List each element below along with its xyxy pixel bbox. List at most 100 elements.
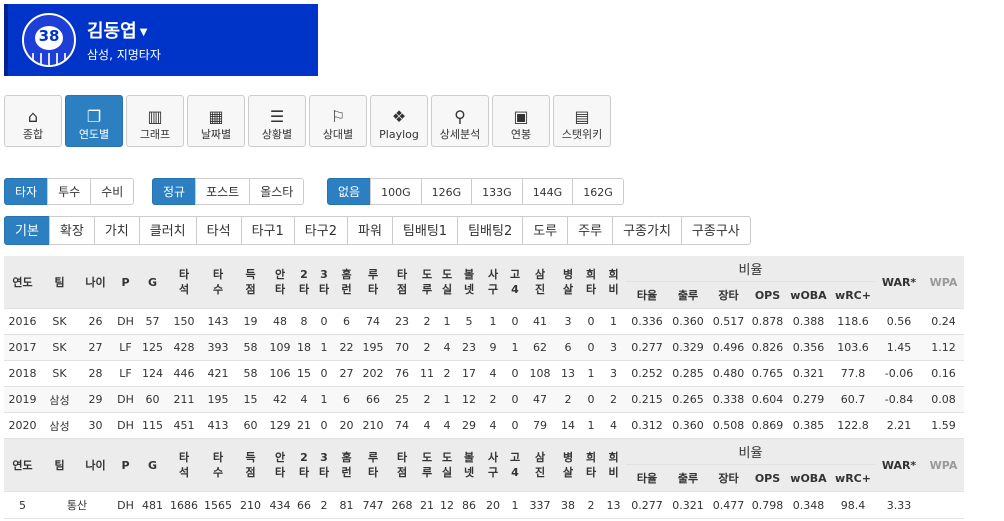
nav-tile-cubes[interactable]: ❖ Playlog — [370, 95, 428, 147]
col-header[interactable]: 장타 — [708, 281, 749, 309]
col-header[interactable]: 타율 — [626, 281, 668, 309]
col-header[interactable]: P — [113, 256, 138, 309]
col-header-wpa[interactable]: WPA — [923, 256, 964, 309]
col-header[interactable]: 사 구 — [481, 438, 505, 492]
col-header[interactable]: 희 타 — [581, 438, 601, 492]
stat-tab-9[interactable]: 팀배팅2 — [457, 216, 524, 245]
col-header[interactable]: 안 타 — [266, 438, 294, 492]
col-header-war[interactable]: WAR* — [875, 256, 923, 309]
col-header[interactable]: 타 석 — [167, 438, 201, 492]
col-header[interactable]: 희 비 — [601, 438, 626, 492]
col-header[interactable]: 타 수 — [201, 438, 235, 492]
col-header[interactable]: 3 타 — [314, 256, 334, 309]
game-filter-tab-3[interactable]: 133G — [471, 178, 523, 205]
stat-tab-10[interactable]: 도루 — [522, 216, 569, 245]
stat-tab-12[interactable]: 구종가치 — [612, 216, 682, 245]
col-header[interactable]: G — [138, 256, 167, 309]
col-header[interactable]: OPS — [749, 281, 786, 309]
col-header[interactable]: 도 실 — [437, 256, 457, 309]
col-header[interactable]: 나이 — [78, 256, 113, 309]
col-header[interactable]: 고 4 — [505, 256, 525, 309]
col-header[interactable]: 타율 — [626, 464, 668, 492]
col-header[interactable]: 사 구 — [481, 256, 505, 309]
col-header[interactable]: 타 점 — [387, 256, 417, 309]
stat-tab-13[interactable]: 구종구사 — [680, 216, 751, 245]
col-header-wpa[interactable]: WPA — [923, 438, 964, 492]
stat-tab-3[interactable]: 클러치 — [138, 216, 197, 245]
col-header[interactable]: 나이 — [78, 438, 113, 492]
col-header[interactable]: 루 타 — [359, 438, 387, 492]
stat-tab-6[interactable]: 타구2 — [293, 216, 348, 245]
table-cell: 0 — [581, 334, 601, 361]
col-header[interactable]: 희 비 — [601, 256, 626, 309]
nav-tile-newspaper[interactable]: ▤ 스탯위키 — [553, 95, 611, 147]
nav-tile-copy[interactable]: ❐ 연도별 — [65, 95, 123, 147]
col-header[interactable]: 연도 — [4, 438, 41, 492]
season-tab-2[interactable]: 올스타 — [249, 178, 305, 205]
role-tab-1[interactable]: 투수 — [47, 178, 92, 205]
stat-tab-0[interactable]: 기본 — [4, 216, 50, 245]
col-header[interactable]: 타 석 — [167, 256, 201, 309]
nav-tile-home[interactable]: ⌂ 종합 — [4, 95, 62, 147]
col-header[interactable]: 고 4 — [505, 438, 525, 492]
col-header[interactable]: 도 실 — [437, 438, 457, 492]
col-header[interactable]: G — [138, 438, 167, 492]
col-header[interactable]: 타 수 — [201, 256, 235, 309]
player-name-dropdown[interactable]: 김동엽 ▼ — [87, 17, 147, 43]
col-header[interactable]: wRC+ — [831, 464, 875, 492]
col-header[interactable]: 삼 진 — [525, 256, 555, 309]
stat-tab-7[interactable]: 파워 — [346, 216, 393, 245]
col-header-war[interactable]: WAR* — [875, 438, 923, 492]
role-tab-0[interactable]: 타자 — [4, 178, 49, 205]
col-header[interactable]: 홈 런 — [334, 438, 359, 492]
col-header[interactable]: wOBA — [786, 281, 831, 309]
col-header[interactable]: 도 루 — [417, 438, 437, 492]
col-header[interactable]: OPS — [749, 464, 786, 492]
col-header[interactable]: 볼 넷 — [457, 256, 481, 309]
col-header[interactable]: 득 점 — [235, 256, 266, 309]
nav-tile-flag[interactable]: ⚐ 상대별 — [309, 95, 367, 147]
game-filter-tab-2[interactable]: 126G — [420, 178, 473, 205]
game-filter-tab-5[interactable]: 162G — [572, 178, 624, 205]
stat-tab-5[interactable]: 타구1 — [240, 216, 295, 245]
stat-tab-1[interactable]: 확장 — [48, 216, 95, 245]
nav-tile-calendar[interactable]: ▦ 날짜별 — [187, 95, 245, 147]
nav-tile-search[interactable]: ⚲ 상세분석 — [431, 95, 489, 147]
col-header[interactable]: 삼 진 — [525, 438, 555, 492]
col-header[interactable]: 3 타 — [314, 438, 334, 492]
col-header[interactable]: 홈 런 — [334, 256, 359, 309]
col-header[interactable]: 2 타 — [294, 438, 314, 492]
game-filter-tab-1[interactable]: 100G — [370, 178, 422, 205]
stat-tab-2[interactable]: 가치 — [93, 216, 140, 245]
col-header[interactable]: 팀 — [41, 438, 78, 492]
stat-tab-4[interactable]: 타석 — [195, 216, 242, 245]
col-header[interactable]: P — [113, 438, 138, 492]
col-header[interactable]: 병 살 — [555, 256, 581, 309]
col-header[interactable]: wRC+ — [831, 281, 875, 309]
col-header[interactable]: 희 타 — [581, 256, 601, 309]
col-header[interactable]: 루 타 — [359, 256, 387, 309]
col-header[interactable]: 득 점 — [235, 438, 266, 492]
col-header[interactable]: 출루 — [668, 464, 708, 492]
nav-tile-money[interactable]: ▣ 연봉 — [492, 95, 550, 147]
col-header[interactable]: 안 타 — [266, 256, 294, 309]
role-tab-2[interactable]: 수비 — [90, 178, 135, 205]
col-header[interactable]: 도 루 — [417, 256, 437, 309]
nav-tile-list[interactable]: ☰ 상황별 — [248, 95, 306, 147]
col-header[interactable]: wOBA — [786, 464, 831, 492]
stat-tab-11[interactable]: 주루 — [567, 216, 614, 245]
col-header[interactable]: 타 점 — [387, 438, 417, 492]
col-header[interactable]: 볼 넷 — [457, 438, 481, 492]
game-filter-tab-0[interactable]: 없음 — [327, 178, 372, 205]
col-header[interactable]: 출루 — [668, 281, 708, 309]
season-tab-1[interactable]: 포스트 — [195, 178, 251, 205]
col-header[interactable]: 병 살 — [555, 438, 581, 492]
col-header[interactable]: 연도 — [4, 256, 41, 309]
col-header[interactable]: 팀 — [41, 256, 78, 309]
stat-tab-8[interactable]: 팀배팅1 — [391, 216, 459, 245]
game-filter-tab-4[interactable]: 144G — [521, 178, 574, 205]
nav-tile-bar-chart[interactable]: ▥ 그래프 — [126, 95, 184, 147]
col-header[interactable]: 2 타 — [294, 256, 314, 309]
col-header[interactable]: 장타 — [708, 464, 749, 492]
season-tab-0[interactable]: 정규 — [152, 178, 197, 205]
